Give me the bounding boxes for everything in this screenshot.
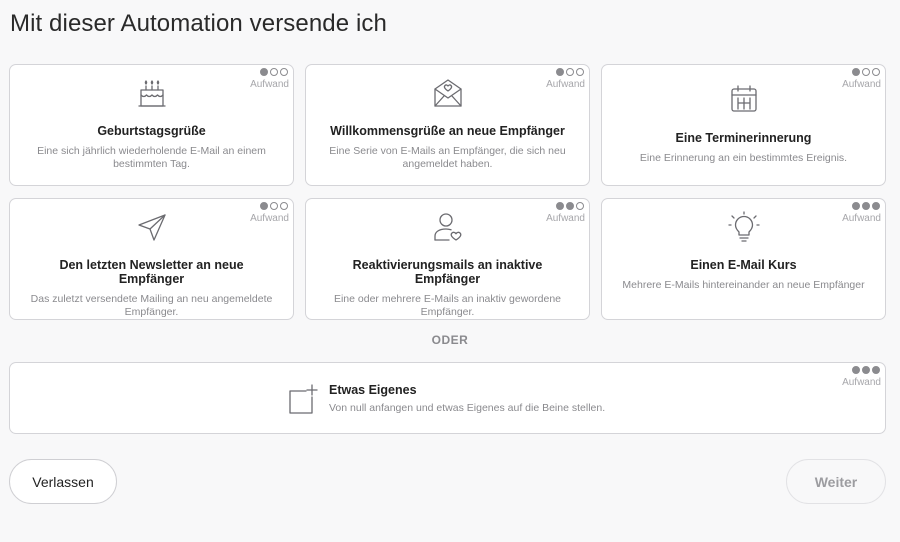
add-square-icon <box>288 384 318 414</box>
effort-dot-filled <box>862 202 870 210</box>
effort-label: Aufwand <box>842 79 881 90</box>
option-card-welcome[interactable]: Aufwand Willkommensgrüße an neue Empfäng… <box>305 64 590 186</box>
effort-indicator: Aufwand <box>250 68 289 90</box>
effort-label: Aufwand <box>842 213 881 224</box>
effort-dot-empty <box>270 68 278 76</box>
effort-dot-filled <box>260 68 268 76</box>
card-title: Den letzten Newsletter an neue Empfänger <box>59 258 244 286</box>
card-description: Eine sich jährlich wiederholende E-Mail … <box>37 145 266 170</box>
effort-indicator: Aufwand <box>546 68 585 90</box>
card-title: Reaktivierungsmails an inaktive Empfänge… <box>352 258 543 286</box>
option-card-birthday[interactable]: Aufwand Geburtstagsgrüße Eine sich jährl… <box>9 64 294 186</box>
card-description: Eine Serie von E-Mails an Empfänger, die… <box>329 145 566 170</box>
birthday-cake-icon <box>135 76 169 110</box>
effort-dot-empty <box>280 68 288 76</box>
lightbulb-icon <box>727 210 761 244</box>
effort-dot-empty <box>566 68 574 76</box>
calendar-icon <box>727 82 761 116</box>
card-title: Eine Terminerinnerung <box>675 131 812 145</box>
option-card-last-newsletter[interactable]: Aufwand Den letzten Newsletter an neue E… <box>9 198 294 320</box>
effort-dot-filled <box>566 202 574 210</box>
effort-dot-empty <box>576 202 584 210</box>
effort-dot-empty <box>872 68 880 76</box>
effort-dot-empty <box>862 68 870 76</box>
option-card-appointment[interactable]: Aufwand Eine Terminerinnerung Eine Erinn… <box>601 64 886 186</box>
effort-indicator: Aufwand <box>546 202 585 224</box>
effort-label: Aufwand <box>842 377 881 388</box>
effort-label: Aufwand <box>546 79 585 90</box>
effort-dot-empty <box>280 202 288 210</box>
effort-dot-filled <box>852 202 860 210</box>
card-description: Eine oder mehrere E-Mails an inaktiv gew… <box>333 293 562 318</box>
paper-plane-icon <box>135 210 169 244</box>
effort-label: Aufwand <box>250 79 289 90</box>
effort-indicator: Aufwand <box>250 202 289 224</box>
effort-dot-filled <box>556 202 564 210</box>
effort-dot-empty <box>576 68 584 76</box>
option-card-reactivation[interactable]: Aufwand Reaktivierungsmails an inaktive … <box>305 198 590 320</box>
option-card-email-course[interactable]: Aufwand Einen E-Mail Kurs Mehrere E-Mail… <box>601 198 886 320</box>
or-separator: ODER <box>431 333 469 347</box>
envelope-heart-icon <box>431 76 465 110</box>
card-title: Einen E-Mail Kurs <box>690 258 797 272</box>
effort-dot-filled <box>862 366 870 374</box>
option-card-custom[interactable]: Aufwand Etwas Eigenes Von null anfangen … <box>9 362 886 434</box>
automation-options-grid: Aufwand Geburtstagsgrüße Eine sich jährl… <box>9 64 886 320</box>
effort-dot-filled <box>872 366 880 374</box>
custom-card-title: Etwas Eigenes <box>329 383 417 397</box>
effort-indicator: Aufwand <box>842 366 881 388</box>
effort-dot-filled <box>872 202 880 210</box>
card-description: Das zuletzt versendete Mailing an neu an… <box>30 293 273 318</box>
card-title: Willkommensgrüße an neue Empfänger <box>330 124 565 138</box>
card-description: Mehrere E-Mails hintereinander an neue E… <box>622 279 865 291</box>
effort-label: Aufwand <box>546 213 585 224</box>
effort-dot-filled <box>260 202 268 210</box>
effort-indicator: Aufwand <box>842 202 881 224</box>
effort-label: Aufwand <box>250 213 289 224</box>
effort-dot-filled <box>852 68 860 76</box>
card-title: Geburtstagsgrüße <box>97 124 206 138</box>
page-title: Mit dieser Automation versende ich <box>10 10 387 37</box>
effort-indicator: Aufwand <box>842 68 881 90</box>
user-heart-icon <box>431 210 465 244</box>
effort-dot-filled <box>556 68 564 76</box>
effort-dot-empty <box>270 202 278 210</box>
next-button[interactable]: Weiter <box>786 459 886 504</box>
leave-button[interactable]: Verlassen <box>9 459 117 504</box>
custom-card-description: Von null anfangen und etwas Eigenes auf … <box>329 402 606 414</box>
effort-dot-filled <box>852 366 860 374</box>
card-description: Eine Erinnerung an ein bestimmtes Ereign… <box>639 152 848 164</box>
